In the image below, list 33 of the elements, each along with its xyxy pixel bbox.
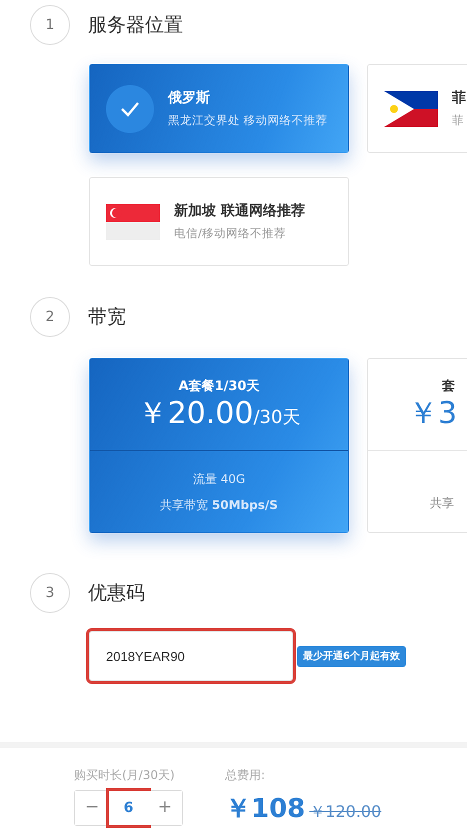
location-card[interactable]: 俄罗斯 黑龙江交界处 移动网络不推荐 (89, 64, 349, 153)
plan-traffic: 流量 40G (192, 470, 246, 488)
total-price: ￥108 (225, 793, 306, 826)
coupon-field[interactable]: 2018YEAR90 (89, 631, 293, 681)
plan-price: ￥3 (408, 396, 458, 432)
step-title: 服务器位置 (88, 12, 183, 38)
plan-card[interactable]: A套餐1/30天 ￥20.00/30天 流量 40G 共享带宽 50Mbps/S (89, 358, 349, 533)
plan-bandwidth: 共享带宽 50Mbps/S (160, 496, 278, 514)
plan-price: ￥20.00/30天 (138, 396, 300, 432)
check-icon (106, 84, 154, 132)
duration-label: 购买时长(月/30天) (74, 767, 176, 784)
step-title: 优惠码 (88, 580, 145, 606)
step-title: 带宽 (88, 304, 126, 330)
original-price: ￥120.00 (309, 801, 382, 823)
plan-name: 套 (442, 378, 455, 396)
location-description: 黑龙江交界处 移动网络不推荐 (168, 112, 328, 129)
step-number: 3 (30, 573, 70, 613)
plan-card[interactable]: 套 ￥3 共享 (367, 358, 467, 533)
total-label: 总费用: (225, 767, 266, 784)
location-card[interactable]: 菲 菲 (367, 64, 467, 153)
location-description: 电信/移动网络不推荐 (174, 224, 287, 242)
location-name: 新加坡 联通网络推荐 (174, 202, 305, 221)
validity-badge: 最少开通6个月起有效 (297, 646, 406, 666)
plan-name: A套餐1/30天 (178, 378, 260, 396)
location-name: 菲 (452, 88, 466, 108)
location-card[interactable]: 新加坡 联通网络推荐 电信/移动网络不推荐 (89, 177, 349, 266)
step-number: 2 (30, 297, 70, 337)
flag-icon (384, 90, 438, 126)
flag-icon (106, 204, 160, 240)
step-number: 1 (30, 5, 70, 45)
plan-bandwidth: 共享 (430, 495, 454, 512)
location-name: 俄罗斯 (168, 88, 211, 108)
location-description: 菲 (452, 112, 465, 129)
